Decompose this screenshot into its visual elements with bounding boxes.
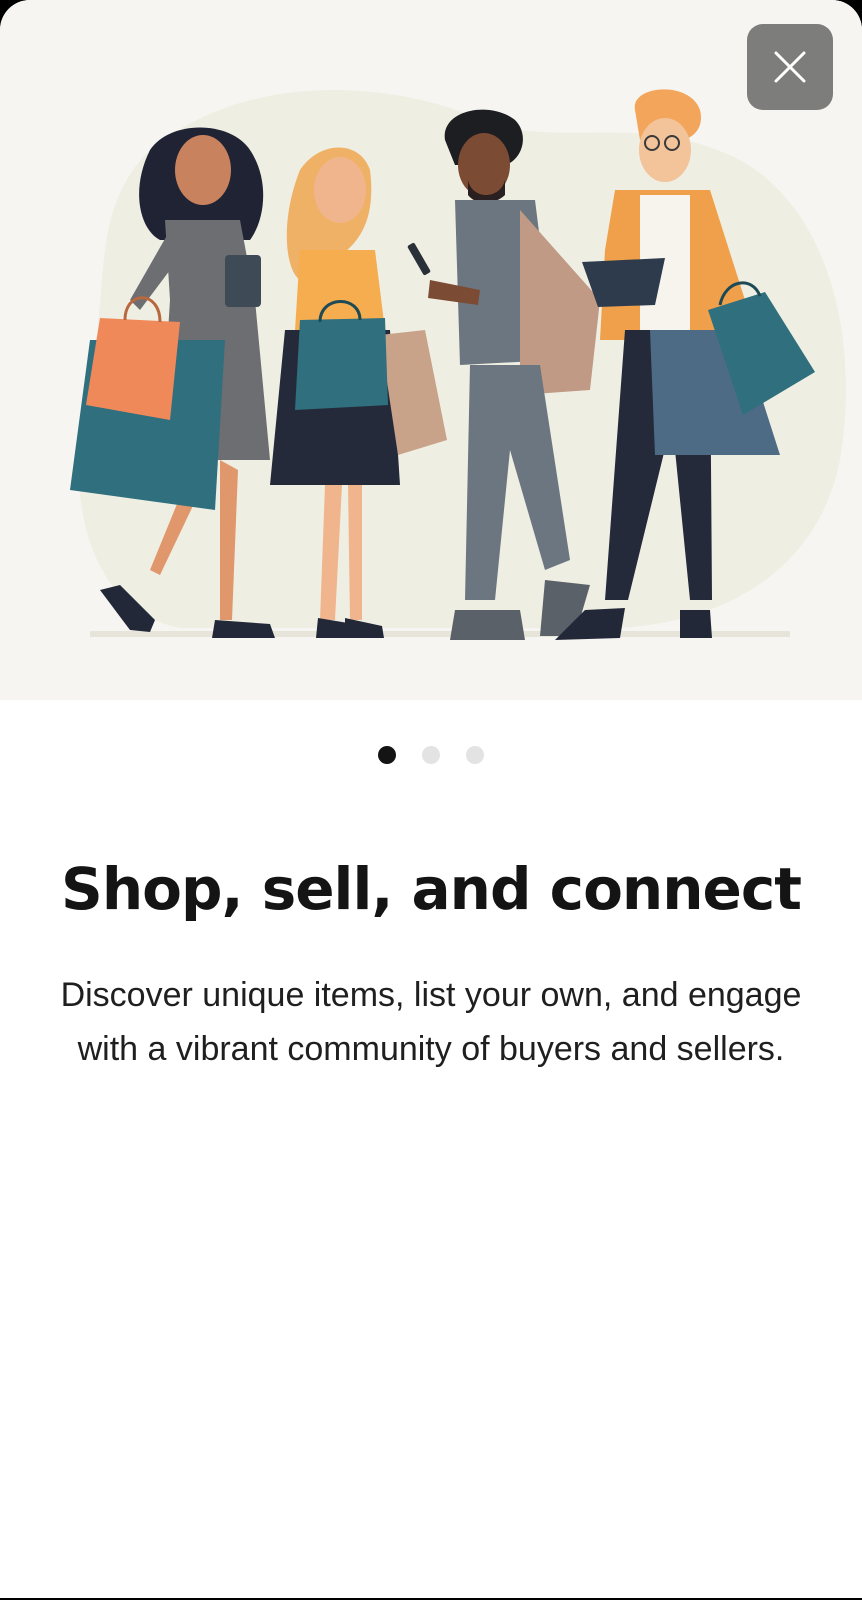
onboarding-sheet: Shop, sell, and connect Discover unique … — [0, 0, 862, 1598]
onboarding-description: Discover unique items, list your own, an… — [60, 976, 802, 1068]
pagination-dot-1[interactable] — [378, 746, 396, 764]
close-icon — [774, 51, 806, 83]
onboarding-title: Shop, sell, and connect — [61, 855, 802, 923]
pagination-dot-2[interactable] — [422, 746, 440, 764]
pagination-dot-3[interactable] — [466, 746, 484, 764]
hero-illustration — [0, 0, 862, 700]
close-button[interactable] — [747, 24, 833, 110]
pagination-dots — [0, 746, 862, 764]
